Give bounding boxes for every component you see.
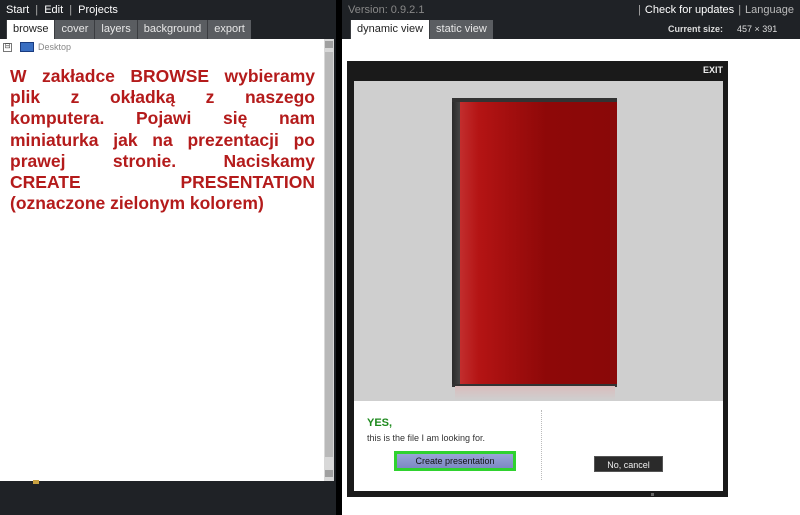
scroll-down-arrow-icon[interactable] [325, 470, 333, 477]
instruction-text: W zakładce BROWSE wybieramy plik z okład… [10, 66, 315, 214]
left-tabs: browse cover layers background export [6, 20, 251, 39]
menu-edit[interactable]: Edit [44, 4, 63, 16]
collapse-icon[interactable]: ⊟ [3, 42, 12, 52]
top-links: | Check for updates | Language [638, 4, 794, 16]
folder-icon [33, 480, 39, 484]
instruction-line: CREATE PRESENTATION [10, 172, 315, 193]
tab-dynamic-view[interactable]: dynamic view [350, 20, 430, 39]
menu-bar: Start | Edit | Projects [6, 4, 118, 16]
instruction-line: (oznaczone zielonym kolorem) [10, 193, 264, 214]
exit-button[interactable]: EXIT [703, 63, 723, 77]
right-tabs: dynamic view static view [350, 20, 493, 39]
instruction-line: prawej stronie. Naciskamy [10, 150, 315, 171]
instruction-line: W zakładce BROWSE wybieramy [10, 66, 315, 86]
dialog-marker [651, 493, 654, 496]
menu-projects[interactable]: Projects [78, 4, 118, 16]
current-size-label: Current size: [668, 24, 724, 34]
version-label: Version: 0.9.2.1 [348, 4, 425, 16]
tab-export[interactable]: export [207, 20, 251, 39]
dotted-separator [541, 410, 542, 480]
box-cover-image [460, 102, 617, 385]
cancel-button[interactable]: No, cancel [594, 456, 663, 472]
instruction-line: miniaturka jak na prezentacji po [10, 129, 315, 150]
box-spine [452, 100, 460, 387]
tree-item-label: Desktop [38, 42, 72, 52]
tree-item-desktop[interactable]: ⊟ Desktop [3, 41, 71, 53]
language-link[interactable]: Language [745, 4, 794, 16]
current-size-value: 457 × 391 [737, 24, 778, 34]
tab-layers[interactable]: layers [94, 20, 137, 39]
yes-heading: YES, [367, 417, 393, 429]
create-presentation-label: Create presentation [397, 454, 513, 468]
check-updates-link[interactable]: Check for updates [645, 4, 734, 16]
confirm-text: this is the file I am looking for. [367, 433, 486, 443]
confirm-area [354, 401, 723, 491]
instruction-line: plik z okładką z naszego [10, 87, 315, 108]
current-size: Current size: 457 × 391 [668, 20, 777, 39]
tab-background[interactable]: background [136, 20, 208, 39]
tab-browse[interactable]: browse [6, 20, 55, 39]
scroll-up-arrow-icon[interactable] [325, 41, 333, 48]
tab-cover[interactable]: cover [54, 20, 95, 39]
box-reflection [455, 386, 615, 400]
scroll-thumb[interactable] [325, 52, 333, 457]
menu-start[interactable]: Start [6, 4, 29, 16]
instruction-line: komputera. Pojawi się nam [10, 108, 315, 129]
monitor-icon [20, 42, 34, 52]
tab-static-view[interactable]: static view [429, 20, 493, 39]
create-presentation-button[interactable]: Create presentation [394, 451, 516, 471]
